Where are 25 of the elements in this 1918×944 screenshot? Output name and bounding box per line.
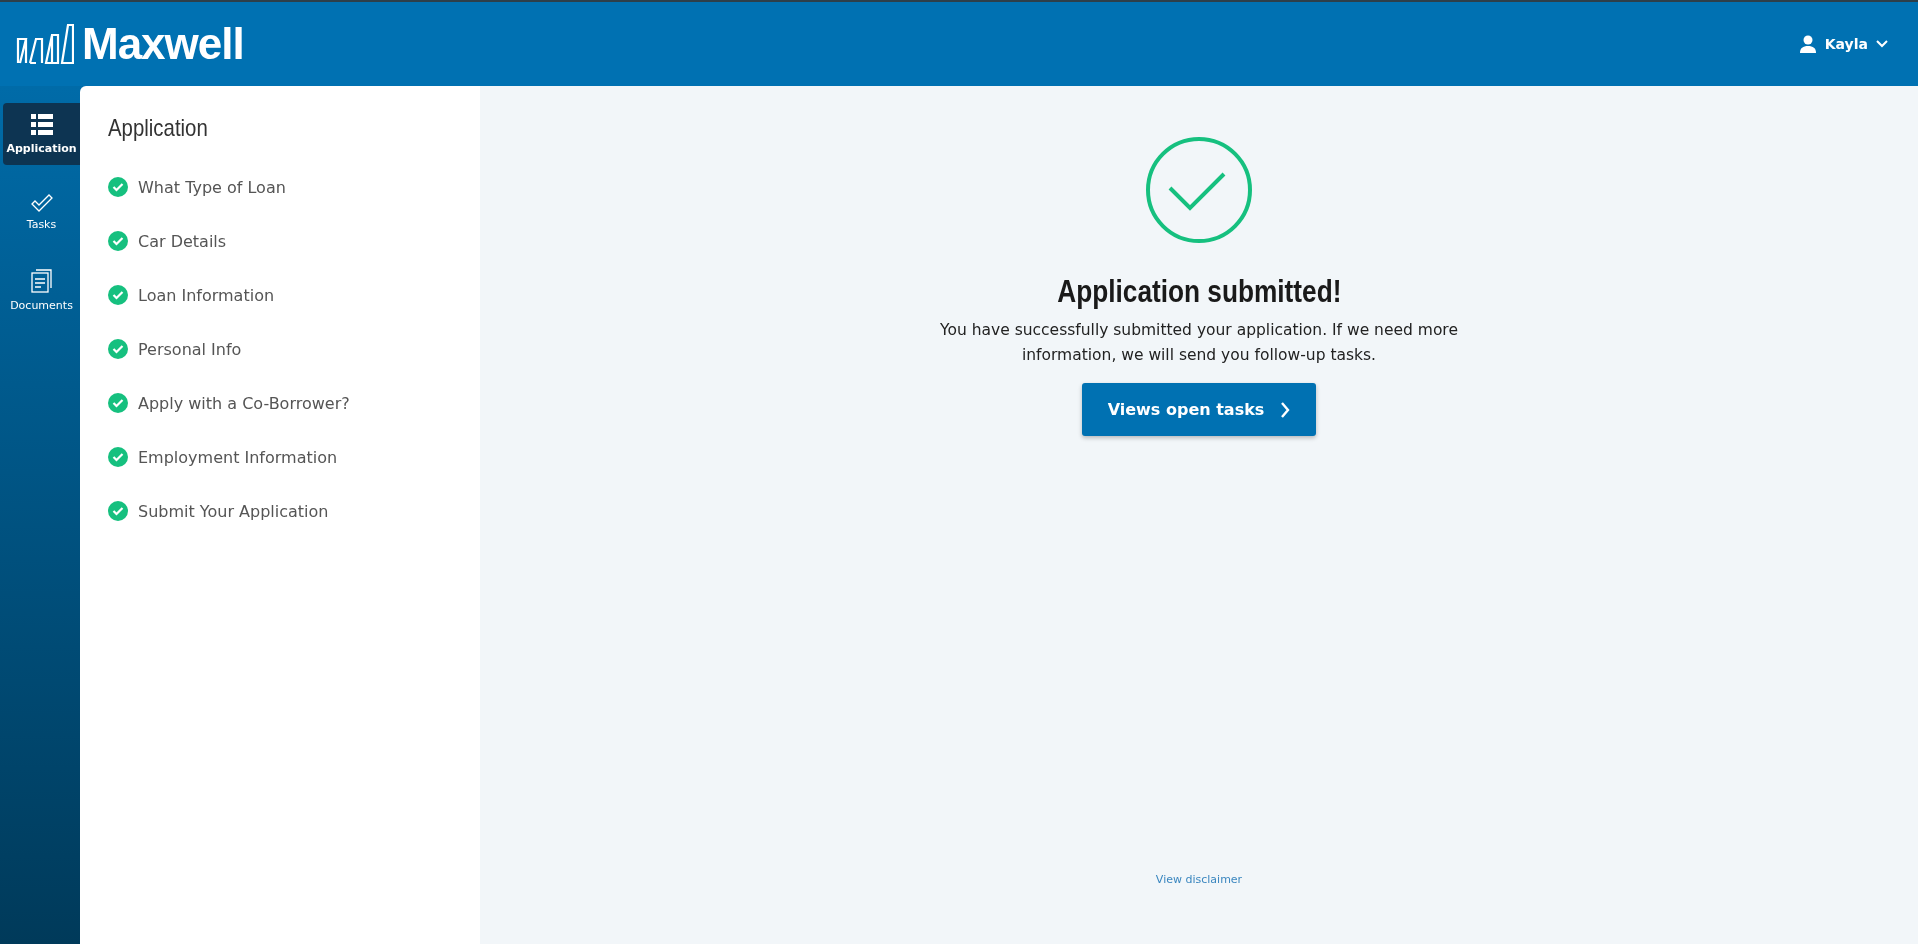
step-label[interactable]: Submit Your Application [138,501,329,521]
nav-item[interactable]: Application [3,103,80,165]
step-label[interactable]: Car Details [138,231,227,251]
confirmation-heading: Application submitted! [1056,273,1342,310]
view-tasks-button[interactable]: Views open tasks [1081,383,1317,436]
disclaimer-link[interactable]: View disclaimer [1155,873,1243,886]
chevron-right-icon [1280,401,1291,418]
logo-text: Maxwell [82,19,244,69]
step-label[interactable]: Employment Information [138,447,338,467]
step-label[interactable]: What Type of Loan [138,177,286,197]
user-icon [1798,35,1817,53]
confirmation-message: You have successfully submitted your application. If we need more information, we will send you follow-up tasks. [939,320,1459,366]
step-label[interactable]: Apply with a Co-Borrower? [138,393,350,413]
list-icon [30,113,53,136]
nav-item[interactable]: Tasks [3,181,80,243]
step-label[interactable]: Loan Information [138,285,275,305]
steps-title: Application [108,114,209,142]
success-check-icon [1146,137,1252,243]
logo-icon [16,24,74,64]
document-icon [30,268,53,293]
chevron-down-icon[interactable] [1876,40,1888,48]
checkmark-icon [30,193,53,212]
nav-item[interactable]: Documents [3,259,80,321]
user-name[interactable]: Kayla [1824,36,1868,52]
step-label[interactable]: Personal Info [138,339,242,359]
